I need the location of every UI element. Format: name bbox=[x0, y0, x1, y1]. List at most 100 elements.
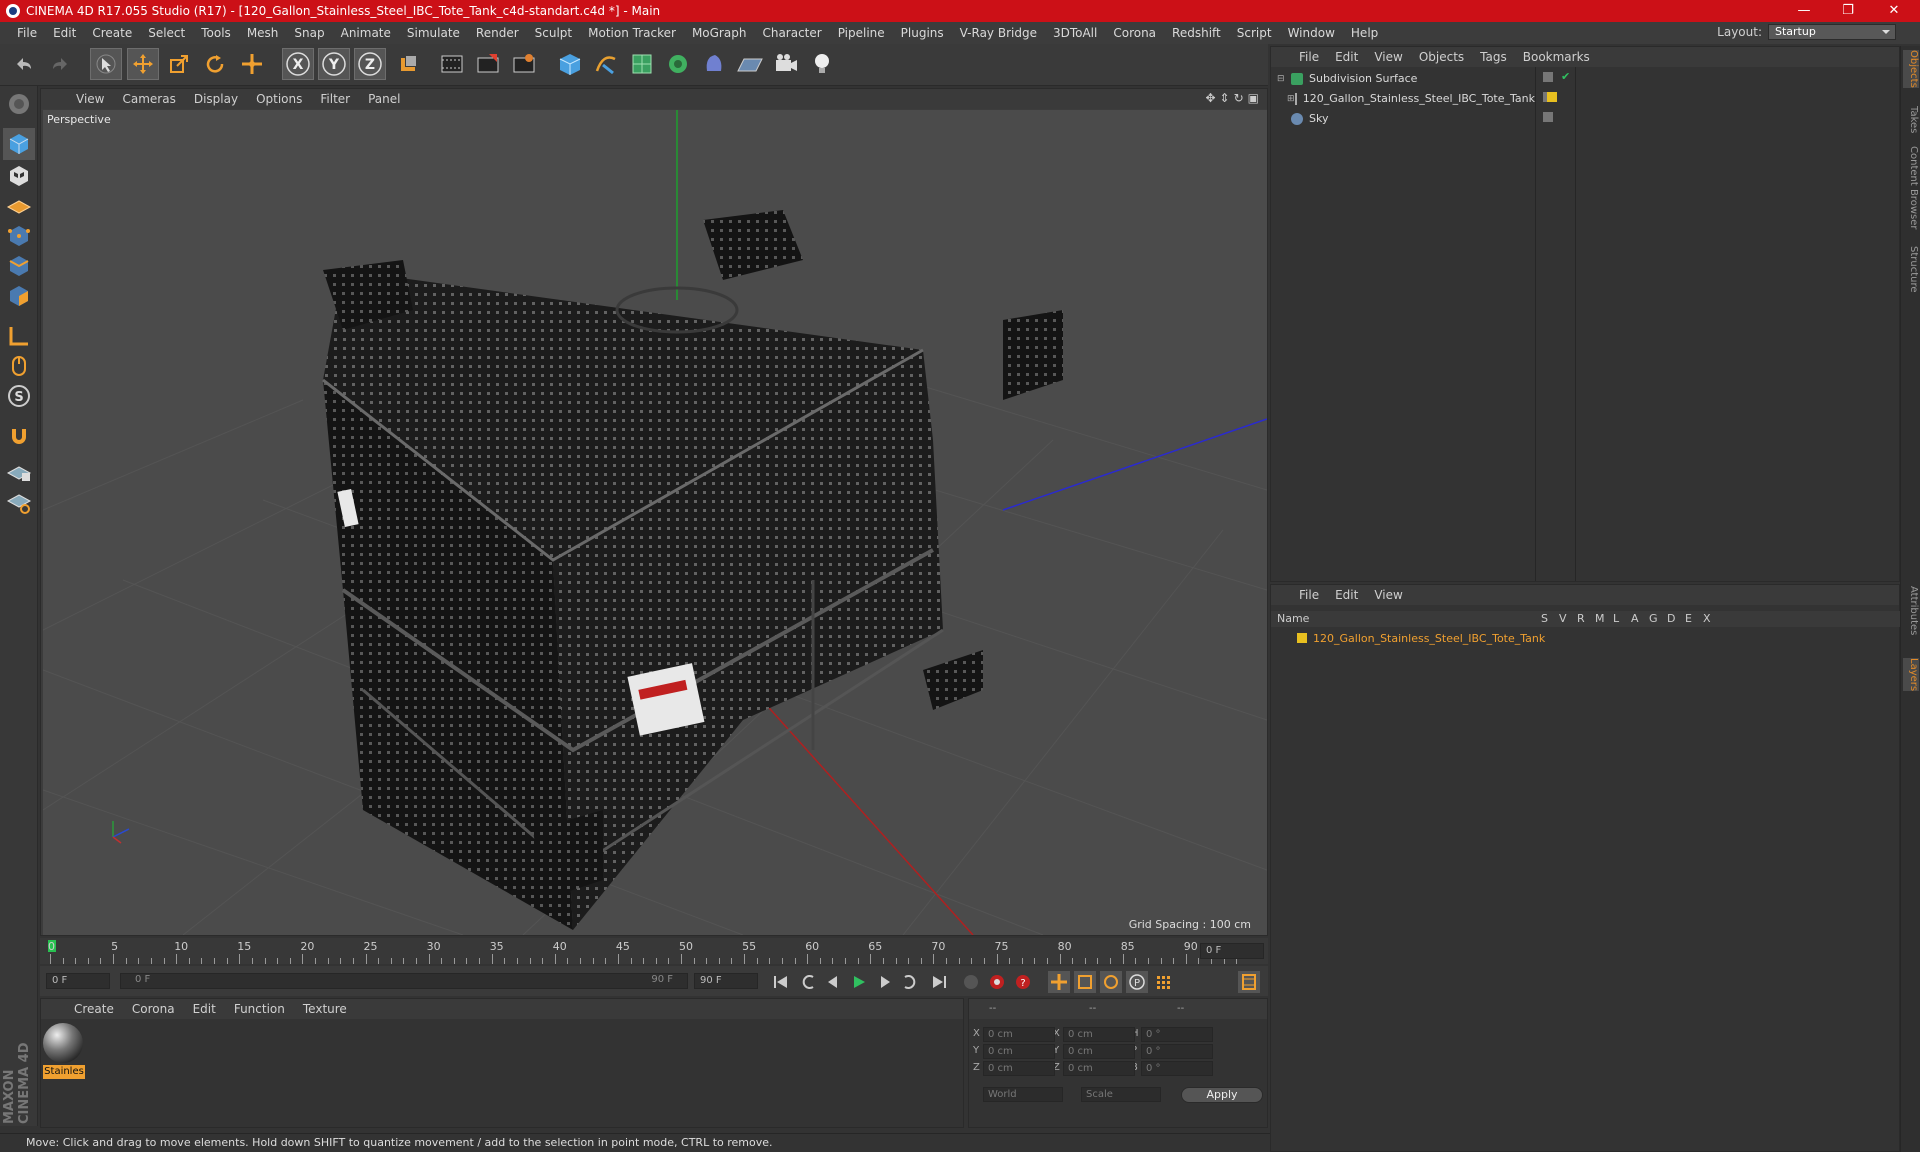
undo-button[interactable] bbox=[8, 48, 40, 80]
visibility-toggle-icon[interactable] bbox=[1543, 112, 1553, 122]
camera-button[interactable] bbox=[770, 48, 802, 80]
menu-plugins[interactable]: Plugins bbox=[893, 26, 952, 40]
maximize-view-icon[interactable]: ▣ bbox=[1248, 91, 1259, 105]
key-parameter-button[interactable]: P bbox=[1126, 971, 1148, 993]
object-menu-file[interactable]: File bbox=[1291, 50, 1327, 64]
orbit-icon[interactable]: ↻ bbox=[1234, 91, 1244, 105]
make-editable-button[interactable] bbox=[3, 88, 35, 120]
cloner-button[interactable] bbox=[662, 48, 694, 80]
timeline-ruler[interactable]: 0 5 10 15 20 25 30 35 40 45 50 55 60 65 70 75 80 85 90 0 F bbox=[40, 938, 1268, 964]
side-tab-attributes[interactable]: Attributes bbox=[1903, 586, 1919, 635]
menu-v-ray-bridge[interactable]: V-Ray Bridge bbox=[952, 26, 1045, 40]
key-scale-button[interactable] bbox=[1074, 971, 1096, 993]
floor-button[interactable] bbox=[734, 48, 766, 80]
layer-column-d[interactable]: D bbox=[1667, 612, 1675, 625]
viewport-menu-filter[interactable]: Filter bbox=[311, 92, 359, 106]
coordinate-system-button[interactable] bbox=[392, 48, 424, 80]
timeline-window-button[interactable] bbox=[1238, 971, 1260, 993]
layer-column-name[interactable]: Name bbox=[1277, 612, 1309, 625]
viewport-menu-cameras[interactable]: Cameras bbox=[113, 92, 184, 106]
coord-value-field[interactable]: 0 ° bbox=[1141, 1061, 1213, 1076]
z-axis-lock-button[interactable]: Z bbox=[354, 48, 386, 80]
layer-column-l[interactable]: L bbox=[1613, 612, 1619, 625]
enabled-check-icon[interactable]: ✔ bbox=[1561, 70, 1570, 83]
menu-tools[interactable]: Tools bbox=[193, 26, 239, 40]
object-menu-tags[interactable]: Tags bbox=[1472, 50, 1515, 64]
pan-icon[interactable]: ✥ bbox=[1205, 91, 1215, 105]
coord-value-field[interactable]: 0 cm bbox=[983, 1027, 1055, 1042]
layer-menu-edit[interactable]: Edit bbox=[1327, 588, 1366, 602]
scale-tool-button[interactable] bbox=[163, 48, 195, 80]
layer-column-a[interactable]: A bbox=[1631, 612, 1639, 625]
side-tab-objects[interactable]: Objects bbox=[1903, 50, 1919, 88]
menu-character[interactable]: Character bbox=[754, 26, 829, 40]
close-button[interactable]: ✕ bbox=[1872, 0, 1916, 22]
material-menu-function[interactable]: Function bbox=[225, 1002, 294, 1016]
menu-mesh[interactable]: Mesh bbox=[239, 26, 287, 40]
menu-file[interactable]: File bbox=[9, 26, 45, 40]
material-menu-texture[interactable]: Texture bbox=[294, 1002, 356, 1016]
coord-value-field[interactable]: 0 cm bbox=[1063, 1027, 1135, 1042]
record-keys-button[interactable] bbox=[960, 971, 982, 993]
live-transform-button[interactable] bbox=[236, 48, 268, 80]
select-tool-button[interactable] bbox=[90, 48, 122, 80]
object-row-subdivision[interactable]: ⊟ Subdivision Surface bbox=[1271, 69, 1535, 88]
points-mode-button[interactable] bbox=[3, 220, 35, 252]
object-menu-view[interactable]: View bbox=[1366, 50, 1410, 64]
layer-column-m[interactable]: M bbox=[1595, 612, 1605, 625]
snapping-button[interactable]: S bbox=[3, 380, 35, 412]
viewport-menu-options[interactable]: Options bbox=[247, 92, 311, 106]
subdivision-surface-button[interactable] bbox=[626, 48, 658, 80]
visibility-toggle-icon[interactable] bbox=[1543, 72, 1553, 82]
start-frame-field[interactable]: 0 F bbox=[46, 973, 110, 989]
menu-edit[interactable]: Edit bbox=[45, 26, 84, 40]
cube-primitive-button[interactable] bbox=[554, 48, 586, 80]
apply-button[interactable]: Apply bbox=[1181, 1087, 1263, 1103]
layer-column-v[interactable]: V bbox=[1559, 612, 1567, 625]
end-frame-field[interactable]: 90 F bbox=[694, 973, 758, 989]
goto-end-button[interactable] bbox=[928, 971, 950, 993]
goto-start-button[interactable] bbox=[770, 971, 792, 993]
menu-corona[interactable]: Corona bbox=[1105, 26, 1164, 40]
coord-value-field[interactable]: 0 cm bbox=[1063, 1061, 1135, 1076]
auto-keying-button[interactable] bbox=[986, 971, 1008, 993]
menu-snap[interactable]: Snap bbox=[286, 26, 332, 40]
maximize-button[interactable]: ❐ bbox=[1826, 0, 1870, 22]
object-menu-edit[interactable]: Edit bbox=[1327, 50, 1366, 64]
size-mode-dropdown[interactable]: Scale bbox=[1081, 1087, 1161, 1102]
viewport-menu-view[interactable]: View bbox=[67, 92, 113, 106]
material-swatch[interactable]: Stainles bbox=[43, 1023, 85, 1081]
layer-menu-view[interactable]: View bbox=[1366, 588, 1410, 602]
menu-motion-tracker[interactable]: Motion Tracker bbox=[580, 26, 684, 40]
polygons-mode-button[interactable] bbox=[3, 280, 35, 312]
viewport-canvas[interactable]: Perspective Grid Spacing : 100 cm bbox=[43, 110, 1267, 935]
collapse-icon[interactable]: ⊟ bbox=[1277, 74, 1291, 84]
menu-redshift[interactable]: Redshift bbox=[1164, 26, 1229, 40]
object-menu-objects[interactable]: Objects bbox=[1411, 50, 1472, 64]
axis-mode-button[interactable] bbox=[3, 320, 35, 352]
menu-create[interactable]: Create bbox=[84, 26, 140, 40]
object-row-tote-tank[interactable]: ⊞ 120_Gallon_Stainless_Steel_IBC_Tote_Ta… bbox=[1271, 89, 1535, 108]
render-view-button[interactable] bbox=[436, 48, 468, 80]
menu-3dtoall[interactable]: 3DToAll bbox=[1045, 26, 1105, 40]
rotate-tool-button[interactable] bbox=[199, 48, 231, 80]
layer-column-x[interactable]: X bbox=[1703, 612, 1711, 625]
current-frame-field[interactable]: 0 F bbox=[1200, 943, 1264, 959]
grid-snap-button[interactable] bbox=[3, 486, 35, 518]
key-rotation-button[interactable] bbox=[1100, 971, 1122, 993]
tweak-mode-button[interactable] bbox=[3, 350, 35, 382]
menu-pipeline[interactable]: Pipeline bbox=[830, 26, 893, 40]
menu-animate[interactable]: Animate bbox=[333, 26, 399, 40]
keyframe-selection-button[interactable]: ? bbox=[1012, 971, 1034, 993]
grid-lock-button[interactable] bbox=[3, 456, 35, 488]
minimize-button[interactable]: — bbox=[1782, 0, 1826, 22]
move-tool-button[interactable] bbox=[127, 48, 159, 80]
coord-value-field[interactable]: 0 ° bbox=[1141, 1044, 1213, 1059]
layout-dropdown[interactable]: Startup bbox=[1768, 24, 1896, 40]
menu-select[interactable]: Select bbox=[140, 26, 193, 40]
play-button[interactable] bbox=[848, 971, 870, 993]
magnet-tool-button[interactable] bbox=[3, 420, 35, 452]
coord-value-field[interactable]: 0 cm bbox=[983, 1044, 1055, 1059]
layer-column-r[interactable]: R bbox=[1577, 612, 1585, 625]
model-mode-button[interactable] bbox=[3, 128, 35, 160]
